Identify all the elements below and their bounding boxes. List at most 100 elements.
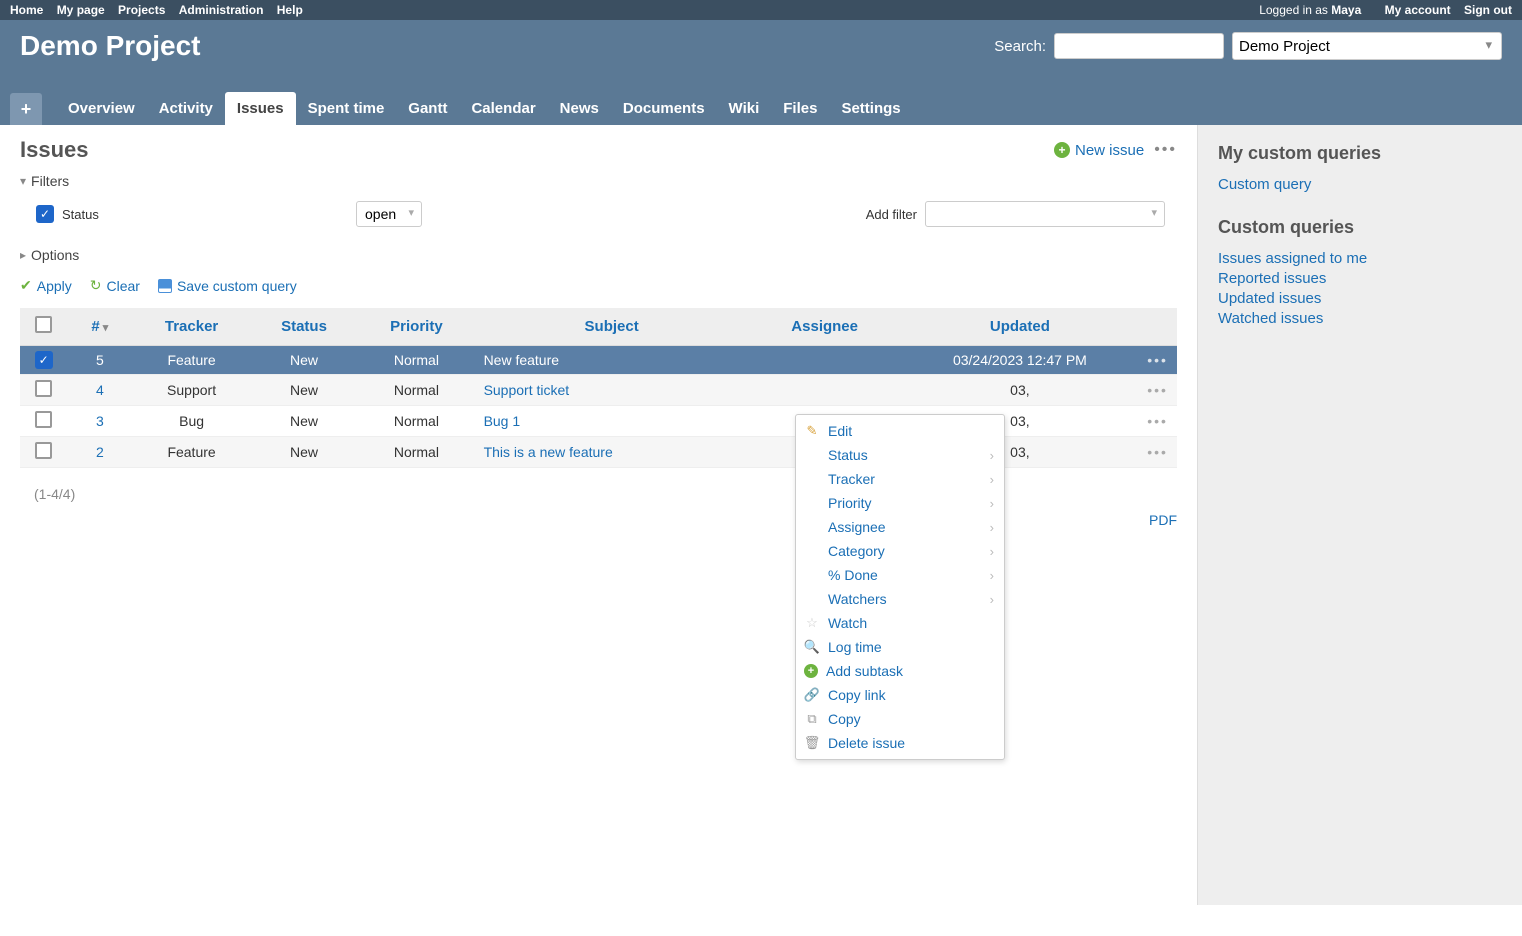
status-filter-operator[interactable]: open [356, 201, 422, 227]
col-subject[interactable]: Subject [476, 308, 748, 346]
issue-id-link[interactable]: 3 [96, 413, 104, 429]
table-row[interactable]: 4 Support New Normal Support ticket 03, … [20, 375, 1177, 406]
row-checkbox[interactable] [35, 442, 52, 459]
search-input[interactable] [1054, 33, 1224, 59]
status-filter-checkbox[interactable]: ✓ [36, 205, 54, 223]
plus-circle-icon: + [1054, 142, 1070, 158]
context-menu--done[interactable]: % Done › [796, 563, 1004, 587]
pencil-icon: ✎ [804, 423, 820, 439]
sidebar-updated-issues[interactable]: Updated issues [1218, 290, 1502, 307]
chevron-right-icon: › [990, 496, 994, 511]
new-issue-link[interactable]: + New issue [1054, 142, 1144, 159]
col-assignee[interactable]: Assignee [748, 308, 902, 346]
tab-issues[interactable]: Issues [225, 92, 296, 125]
blank-icon [804, 591, 820, 607]
col-id[interactable]: #▾ [67, 308, 132, 346]
context-menu-label: Add subtask [826, 663, 994, 679]
context-menu-assignee[interactable]: Assignee › [796, 515, 1004, 539]
cell-tracker: Feature [132, 437, 250, 468]
save-query-button[interactable]: Save custom query [158, 277, 297, 294]
add-filter-select[interactable] [925, 201, 1165, 227]
row-actions-button[interactable]: ••• [1138, 346, 1177, 375]
issue-subject-link[interactable]: This is a new feature [484, 444, 613, 460]
sidebar-issues-assigned[interactable]: Issues assigned to me [1218, 250, 1502, 267]
logged-in-text: Logged in as Maya [1259, 3, 1361, 17]
issue-id-link[interactable]: 4 [96, 382, 104, 398]
context-menu-copy[interactable]: ⧉ Copy [796, 707, 1004, 731]
issue-subject-link[interactable]: Support ticket [484, 382, 570, 398]
row-checkbox[interactable] [35, 380, 52, 397]
issue-id-link[interactable]: 2 [96, 444, 104, 460]
tab-documents[interactable]: Documents [611, 92, 717, 125]
context-menu-label: Assignee [828, 519, 982, 535]
tab-wiki[interactable]: Wiki [717, 92, 772, 125]
col-tracker[interactable]: Tracker [132, 308, 250, 346]
nav-projects[interactable]: Projects [118, 3, 165, 17]
blank-icon [804, 495, 820, 511]
row-actions-button[interactable]: ••• [1138, 375, 1177, 406]
context-menu-watchers[interactable]: Watchers › [796, 587, 1004, 611]
context-menu-edit[interactable]: ✎ Edit [796, 419, 1004, 443]
tab-settings[interactable]: Settings [829, 92, 912, 125]
chevron-right-icon: › [990, 448, 994, 463]
page-title: Issues [20, 137, 89, 163]
context-menu-status[interactable]: Status › [796, 443, 1004, 467]
nav-help[interactable]: Help [277, 3, 303, 17]
table-row[interactable]: ✓ 5 Feature New Normal New feature 03/24… [20, 346, 1177, 375]
export-pdf-link[interactable]: PDF [1149, 512, 1177, 528]
col-priority[interactable]: Priority [357, 308, 475, 346]
project-select[interactable]: Demo Project [1232, 32, 1502, 60]
context-menu-label: Status [828, 447, 982, 463]
tab-activity[interactable]: Activity [147, 92, 225, 125]
save-icon [158, 279, 172, 293]
row-actions-button[interactable]: ••• [1138, 437, 1177, 468]
chevron-right-icon: › [990, 520, 994, 535]
tab-gantt[interactable]: Gantt [396, 92, 459, 125]
row-checkbox[interactable]: ✓ [35, 351, 53, 369]
context-menu-copy-link[interactable]: 🔗 Copy link [796, 683, 1004, 707]
tab-overview[interactable]: Overview [56, 92, 147, 125]
col-status[interactable]: Status [251, 308, 358, 346]
cell-tracker: Feature [132, 346, 250, 375]
context-menu-category[interactable]: Category › [796, 539, 1004, 563]
more-actions-button[interactable]: ••• [1154, 141, 1177, 159]
plus-icon: + [804, 664, 818, 678]
nav-my-page[interactable]: My page [57, 3, 105, 17]
reload-icon: ↻ [90, 277, 102, 294]
context-menu-delete-issue[interactable]: 🗑 Delete issue [796, 731, 1004, 755]
context-menu-priority[interactable]: Priority › [796, 491, 1004, 515]
cell-updated: 03/24/2023 12:47 PM [902, 346, 1139, 375]
context-menu-tracker[interactable]: Tracker › [796, 467, 1004, 491]
tab-spent-time[interactable]: Spent time [296, 92, 397, 125]
sidebar-custom-query[interactable]: Custom query [1218, 176, 1502, 193]
cell-tracker: Support [132, 375, 250, 406]
issue-subject-link[interactable]: Bug 1 [484, 413, 521, 429]
context-menu-watch[interactable]: ☆ Watch [796, 611, 1004, 635]
select-all-checkbox[interactable] [35, 316, 52, 333]
top-bar-left: Home My page Projects Administration Hel… [10, 3, 313, 17]
search-label: Search: [994, 38, 1046, 55]
tab-news[interactable]: News [548, 92, 611, 125]
clear-button[interactable]: ↻ Clear [90, 277, 140, 294]
nav-administration[interactable]: Administration [179, 3, 264, 17]
add-filter-label: Add filter [866, 207, 917, 222]
tab-files[interactable]: Files [771, 92, 829, 125]
apply-button[interactable]: ✔ Apply [20, 277, 72, 294]
context-menu-log-time[interactable]: 🔍 Log time [796, 635, 1004, 659]
tab-add-button[interactable]: + [10, 93, 42, 125]
filters-legend[interactable]: ▾ Filters [20, 173, 1177, 189]
nav-my-account[interactable]: My account [1385, 3, 1451, 17]
options-legend[interactable]: ▸ Options [20, 247, 1177, 263]
issue-subject-link[interactable]: New feature [484, 352, 559, 368]
nav-sign-out[interactable]: Sign out [1464, 3, 1512, 17]
row-actions-button[interactable]: ••• [1138, 406, 1177, 437]
nav-home[interactable]: Home [10, 3, 43, 17]
tab-calendar[interactable]: Calendar [459, 92, 547, 125]
issue-id-link[interactable]: 5 [96, 352, 104, 368]
context-menu: ✎ Edit Status › Tracker › Priority › Ass… [795, 414, 1005, 760]
row-checkbox[interactable] [35, 411, 52, 428]
sidebar-reported-issues[interactable]: Reported issues [1218, 270, 1502, 287]
sidebar-watched-issues[interactable]: Watched issues [1218, 310, 1502, 327]
context-menu-add-subtask[interactable]: + Add subtask [796, 659, 1004, 683]
col-updated[interactable]: Updated [902, 308, 1139, 346]
